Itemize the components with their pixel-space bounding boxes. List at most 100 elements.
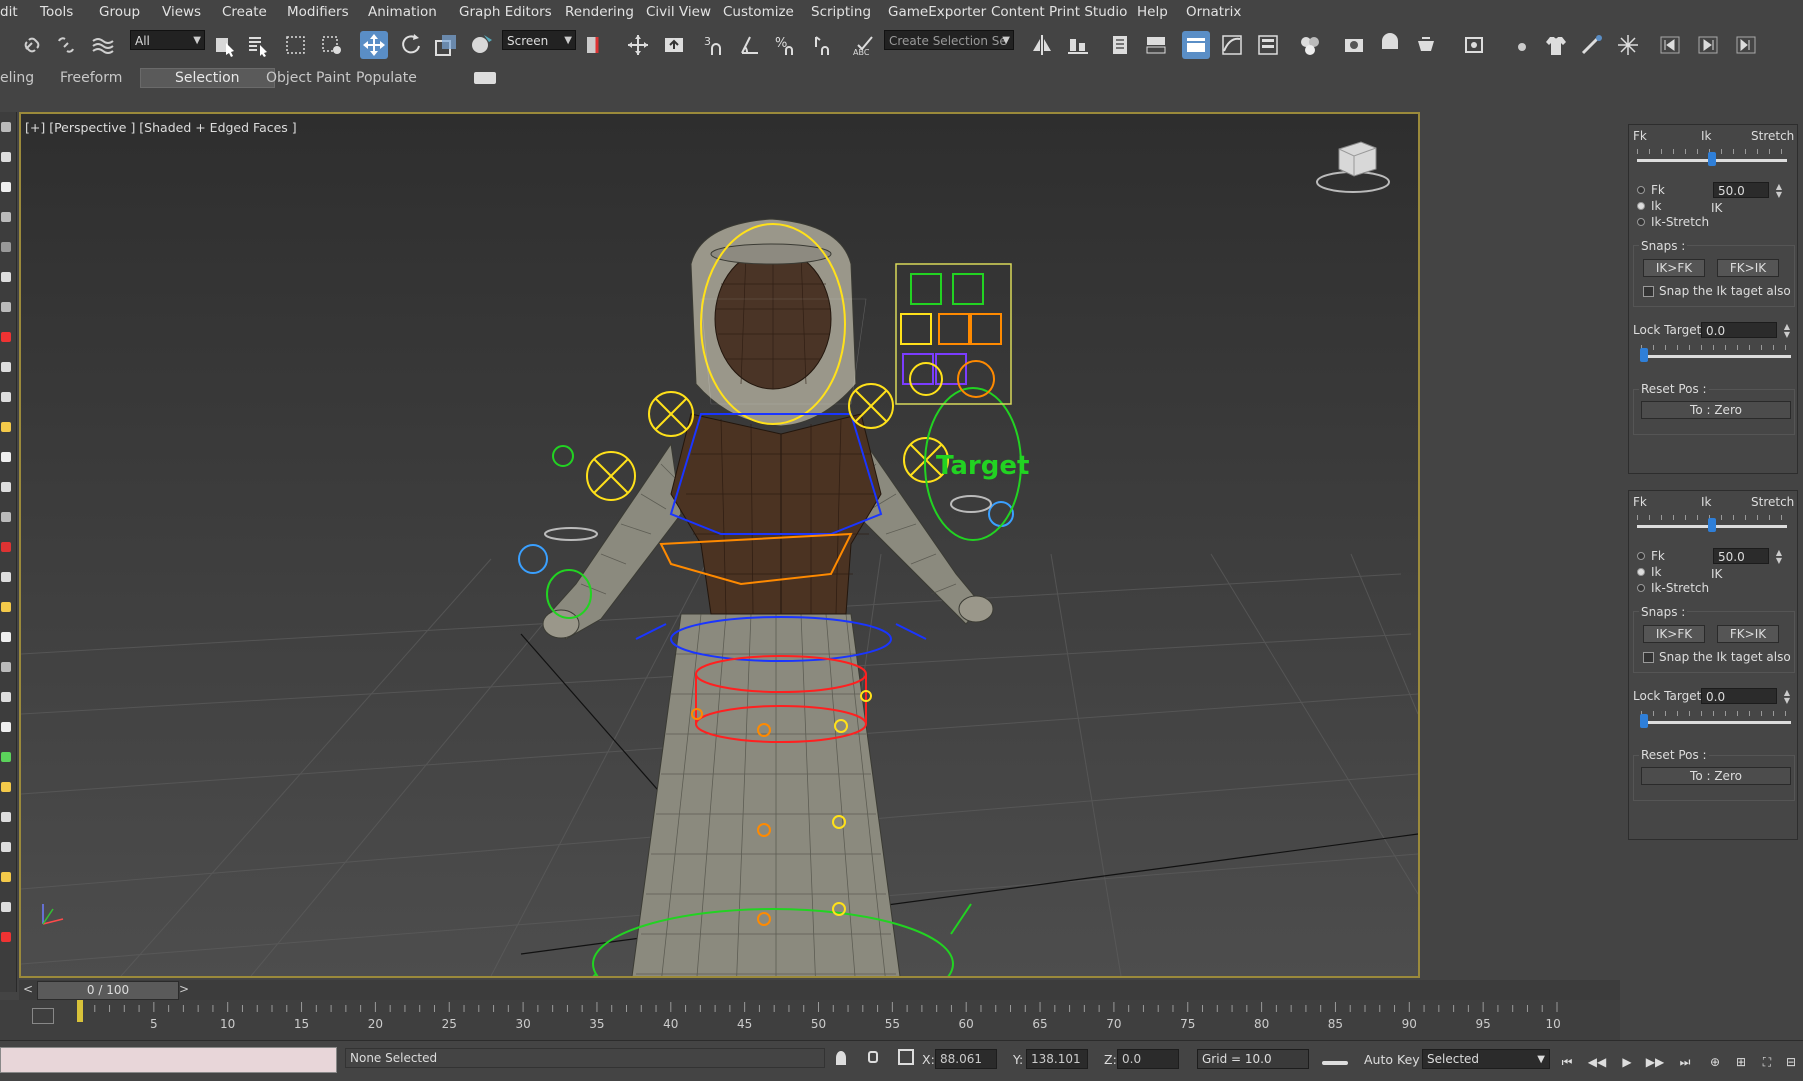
- menu-customize[interactable]: Customize: [723, 4, 794, 20]
- left-tool-icon[interactable]: [1, 422, 11, 432]
- left-tool-icon[interactable]: [1, 812, 11, 822]
- track-bar[interactable]: 5 10 15 20 25 30 35 40 45 50 55 60 65 70 75 80 85 90 95 100: [0, 1000, 1620, 1040]
- fk-to-ik-button[interactable]: FK>IK: [1717, 625, 1779, 643]
- left-tool-icon[interactable]: [1, 692, 11, 702]
- schematic-view-icon[interactable]: [1254, 31, 1282, 59]
- absolute-mode-icon[interactable]: [898, 1049, 914, 1065]
- next-key-icon[interactable]: [1694, 31, 1722, 59]
- render-setup-icon[interactable]: [1340, 31, 1368, 59]
- edit-named-sets-icon[interactable]: ABC: [850, 31, 878, 59]
- select-by-name-icon[interactable]: [244, 31, 272, 59]
- ikfk-blend-slider[interactable]: [1637, 147, 1787, 167]
- select-move-icon[interactable]: [360, 31, 388, 59]
- isolate-selection-icon[interactable]: [836, 1051, 846, 1065]
- left-tool-icon[interactable]: [1, 602, 11, 612]
- select-manipulate-icon[interactable]: [624, 31, 652, 59]
- pivot-center-icon[interactable]: [582, 31, 610, 59]
- left-tool-icon[interactable]: [1, 272, 11, 282]
- goto-end-icon[interactable]: ⏭: [1674, 1053, 1696, 1071]
- toggle-ribbon-icon[interactable]: [1142, 31, 1170, 59]
- left-tool-icon[interactable]: [1, 122, 11, 132]
- left-tool-icon[interactable]: [1, 482, 11, 492]
- left-tool-icon[interactable]: [1, 872, 11, 882]
- left-tool-icon[interactable]: [1, 752, 11, 762]
- spinner-arrows-icon[interactable]: ▲ ▼: [1784, 689, 1790, 705]
- slider-thumb[interactable]: [1640, 714, 1648, 728]
- snaps-toggle-icon[interactable]: 3: [700, 31, 728, 59]
- left-tool-icon[interactable]: [1, 932, 11, 942]
- lock-target-spinner[interactable]: 0.0 ▲ ▼: [1701, 688, 1790, 705]
- prev-frame-icon[interactable]: ◀◀: [1586, 1053, 1608, 1071]
- lock-target-spinner[interactable]: 0.0 ▲ ▼: [1701, 322, 1790, 339]
- menu-ornatrix[interactable]: Ornatrix: [1186, 4, 1241, 20]
- key-filter-dropdown[interactable]: Selected ▼: [1422, 1049, 1550, 1069]
- left-tool-icon[interactable]: [1, 632, 11, 642]
- time-slider-handle[interactable]: 0 / 100: [37, 981, 179, 1000]
- prev-key-icon[interactable]: [1656, 31, 1684, 59]
- next-frame-icon[interactable]: ▶▶: [1644, 1053, 1666, 1071]
- unlink-icon[interactable]: [52, 31, 80, 59]
- left-tool-icon[interactable]: [1, 302, 11, 312]
- shirt-icon[interactable]: [1542, 31, 1570, 59]
- scene-explorer-icon[interactable]: [1182, 31, 1210, 59]
- selection-set-dropdown[interactable]: Create Selection Se ▼: [884, 30, 1014, 50]
- lock-target-slider[interactable]: [1640, 343, 1791, 363]
- menu-print-studio[interactable]: Print Studio: [1049, 4, 1127, 20]
- menu-rendering[interactable]: Rendering: [565, 4, 634, 20]
- render-production-icon[interactable]: [1412, 31, 1440, 59]
- maximize-viewport-icon[interactable]: ⊟: [1780, 1053, 1802, 1071]
- left-tool-icon[interactable]: [1, 662, 11, 672]
- left-tool-icon[interactable]: [1, 152, 11, 162]
- radio-ik-stretch[interactable]: [1637, 218, 1645, 226]
- menu-views[interactable]: Views: [162, 4, 201, 20]
- fk-value-spinner[interactable]: 50.0 ▲ ▼: [1713, 548, 1782, 565]
- y-coord-field[interactable]: 138.101: [1026, 1049, 1088, 1069]
- window-crossing-icon[interactable]: [318, 31, 346, 59]
- time-slider[interactable]: < 0 / 100 >: [19, 980, 1620, 1000]
- spinner-arrows-icon[interactable]: ▲ ▼: [1784, 323, 1790, 339]
- spinner-arrows-icon[interactable]: ▲ ▼: [1776, 183, 1782, 199]
- left-tool-icon[interactable]: [1, 182, 11, 192]
- select-object-icon[interactable]: [210, 31, 238, 59]
- zoom-extents-icon[interactable]: ⛶: [1756, 1053, 1778, 1071]
- auto-key-button[interactable]: Auto Key: [1364, 1052, 1420, 1067]
- radio-ik-stretch[interactable]: [1637, 584, 1645, 592]
- left-tool-icon[interactable]: [1, 542, 11, 552]
- left-tool-icon[interactable]: [1, 902, 11, 912]
- mirror-icon[interactable]: [1028, 31, 1056, 59]
- keyboard-shortcut-icon[interactable]: [660, 31, 688, 59]
- select-place-icon[interactable]: [468, 31, 496, 59]
- align-icon[interactable]: [1064, 31, 1092, 59]
- left-tool-icon[interactable]: [1, 362, 11, 372]
- ribbon-tab-selection[interactable]: Selection: [140, 68, 275, 88]
- ribbon-tab-populate[interactable]: Populate: [356, 70, 417, 86]
- snap-target-checkbox[interactable]: [1643, 652, 1654, 663]
- time-prev-button[interactable]: <: [23, 982, 33, 996]
- layer-explorer-icon[interactable]: [1106, 31, 1134, 59]
- ribbon-tab-object-paint[interactable]: Object Paint: [266, 70, 351, 86]
- ribbon-options-icon[interactable]: [474, 72, 496, 84]
- fk-to-ik-button[interactable]: FK>IK: [1717, 259, 1779, 277]
- lock-target-slider[interactable]: [1640, 709, 1791, 729]
- bind-spacewarp-icon[interactable]: [88, 31, 116, 59]
- slider-thumb[interactable]: [1640, 348, 1648, 362]
- zoom-icon[interactable]: ⊕: [1704, 1053, 1726, 1071]
- material-editor-icon[interactable]: [1296, 31, 1324, 59]
- left-tool-icon[interactable]: [1, 212, 11, 222]
- sphere-icon[interactable]: [1508, 31, 1536, 59]
- end-key-icon[interactable]: [1732, 31, 1760, 59]
- reset-to-zero-button[interactable]: To : Zero: [1641, 401, 1791, 419]
- snap-target-checkbox[interactable]: [1643, 286, 1654, 297]
- goto-start-icon[interactable]: ⏮: [1556, 1053, 1578, 1071]
- radio-ik[interactable]: [1637, 202, 1645, 210]
- ikfk-blend-slider[interactable]: [1637, 513, 1787, 533]
- zoom-all-icon[interactable]: ⊞: [1730, 1053, 1752, 1071]
- left-tool-icon[interactable]: [1, 512, 11, 522]
- selection-lock-icon[interactable]: [868, 1051, 878, 1063]
- brush-icon[interactable]: [1578, 31, 1606, 59]
- current-frame-marker[interactable]: [77, 1000, 83, 1022]
- selection-filter-dropdown[interactable]: All ▼: [130, 30, 205, 50]
- menu-help[interactable]: Help: [1137, 4, 1168, 20]
- maxscript-listener[interactable]: [0, 1047, 337, 1073]
- left-tool-icon[interactable]: [1, 242, 11, 252]
